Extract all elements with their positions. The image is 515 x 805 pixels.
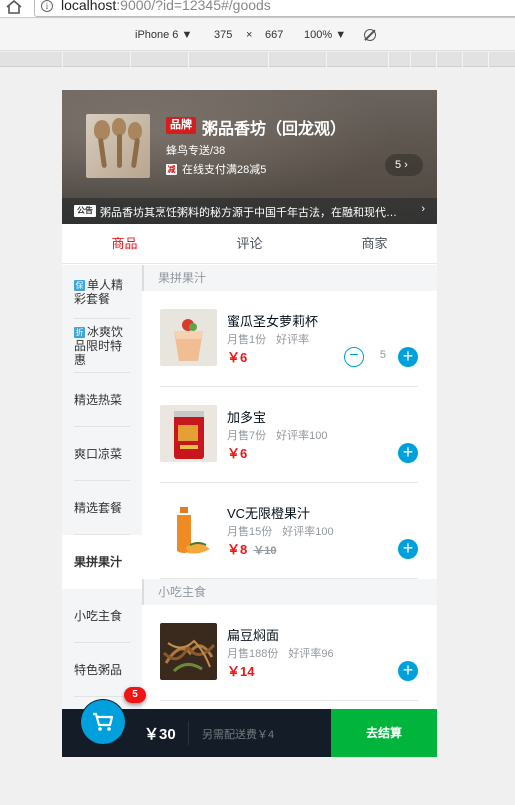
device-toolbar: iPhone 6 ▼ 375 × 667 100% ▼	[0, 19, 515, 51]
food-name: VC无限橙果汁	[227, 506, 311, 521]
food-name: 扁豆焖面	[227, 628, 280, 643]
food-meta: 月售1份 好评率	[227, 334, 310, 346]
cart-button[interactable]: 5	[80, 687, 146, 745]
menu-item-snacks[interactable]: 小吃主食	[62, 589, 142, 643]
url-text: localhost:9000/?id=12345#/goods	[61, 0, 271, 13]
tab-ratings[interactable]: 评论	[187, 224, 312, 264]
section-title: 小吃主食	[142, 579, 437, 605]
food-price: ￥8 ￥10	[227, 542, 277, 557]
cart-icon	[93, 712, 114, 731]
shop-name: 粥品香坊（回龙观）	[202, 121, 347, 138]
category-menu: 保单人精彩套餐 折冰爽饮品限时特惠 精选热菜 爽口凉菜 精选套餐 果拼果汁 小吃…	[62, 265, 142, 710]
old-price: ￥10	[253, 545, 277, 557]
decrease-button[interactable]: −	[344, 347, 364, 367]
menu-item-hot-dishes[interactable]: 精选热菜	[62, 373, 142, 427]
discount-icon: 减	[166, 164, 177, 175]
food-meta: 月售188份 好评率96	[227, 648, 334, 660]
add-button[interactable]: +	[398, 661, 418, 681]
tab-bar: 商品 评论 商家	[62, 224, 437, 264]
cart-divider	[188, 721, 189, 745]
guarantee-icon: 保	[74, 279, 85, 291]
menu-item-single-set[interactable]: 保单人精彩套餐	[62, 265, 142, 319]
menu-item-combo[interactable]: 精选套餐	[62, 481, 142, 535]
seller-header[interactable]: 品牌 粥品香坊（回龙观） 蜂鸟专送/38 减 在线支付满28减5 5 › 公告 …	[62, 90, 437, 224]
zoom-select[interactable]: 100% ▼	[304, 29, 346, 41]
food-price: ￥6	[227, 350, 248, 365]
food-item[interactable]: 蜜瓜圣女萝莉杯 月售1份 好评率 ￥6 − 5 +	[160, 291, 418, 387]
food-image	[160, 501, 217, 558]
delivery-fee: 另需配送费￥4	[202, 729, 275, 741]
notice-text: 粥品香坊其烹饪粥料的秘方源于中国千年古法，在融和现代制作工艺	[100, 207, 400, 219]
food-price: ￥6	[227, 446, 248, 461]
menu-item-cold-dishes[interactable]: 爽口凉菜	[62, 427, 142, 481]
url-input[interactable]: i localhost:9000/?id=12345#/goods	[34, 0, 515, 17]
home-icon[interactable]	[6, 0, 24, 16]
add-button[interactable]: +	[398, 347, 418, 367]
food-meta: 月售15份 好评率100	[227, 526, 334, 538]
food-meta: 月售7份 好评率100	[227, 430, 328, 442]
checkout-button[interactable]: 去结算	[331, 709, 437, 757]
notice-bar[interactable]: 公告 粥品香坊其烹饪粥料的秘方源于中国千年古法，在融和现代制作工艺 ›	[62, 198, 437, 224]
food-name: 蜜瓜圣女萝莉杯	[227, 314, 319, 329]
food-item[interactable]: 扁豆焖面 月售188份 好评率96 ￥14 +	[160, 605, 418, 701]
add-button[interactable]: +	[398, 443, 418, 463]
browser-address-bar: i localhost:9000/?id=12345#/goods	[0, 0, 515, 18]
food-name: 加多宝	[227, 410, 267, 425]
food-image	[160, 309, 217, 366]
notice-tag: 公告	[74, 205, 96, 217]
menu-item-drinks-special[interactable]: 折冰爽饮品限时特惠	[62, 319, 142, 373]
discount-tag-icon: 折	[74, 326, 85, 338]
food-item[interactable]: VC无限橙果汁 月售15份 好评率100 ￥8 ￥10 +	[160, 483, 418, 579]
device-width[interactable]: 375	[214, 29, 232, 41]
brand-badge: 品牌	[166, 117, 196, 134]
tab-seller[interactable]: 商家	[312, 224, 437, 264]
media-query-ruler	[0, 52, 515, 67]
section-title: 果拼果汁	[142, 265, 437, 291]
shopping-cart-bar: 5 ￥30 另需配送费￥4 去结算	[62, 687, 437, 757]
food-count: 5	[379, 349, 386, 361]
delivery-info: 蜂鸟专送/38	[166, 145, 226, 157]
discount-text: 在线支付满28减5	[182, 164, 267, 176]
promo-count-button[interactable]: 5 ›	[385, 154, 423, 176]
device-height[interactable]: 667	[265, 29, 283, 41]
info-icon[interactable]: i	[41, 0, 53, 12]
menu-item-juice[interactable]: 果拼果汁	[62, 535, 142, 589]
food-image	[160, 623, 217, 680]
dimension-separator: ×	[246, 29, 253, 41]
seller-avatar	[86, 114, 150, 178]
cart-total: ￥30	[144, 726, 176, 743]
cart-count-badge: 5	[124, 687, 146, 703]
device-select[interactable]: iPhone 6 ▼	[135, 29, 192, 41]
app-screen: 品牌 粥品香坊（回龙观） 蜂鸟专送/38 减 在线支付满28减5 5 › 公告 …	[62, 90, 437, 757]
rotate-icon[interactable]	[364, 29, 376, 44]
food-list[interactable]: 果拼果汁 蜜瓜圣女萝莉杯 月售1份 好评率 ￥6 − 5 + 加多宝 月售7份 好评…	[142, 265, 437, 710]
add-button[interactable]: +	[398, 539, 418, 559]
chevron-right-icon: ›	[421, 203, 425, 215]
food-image	[160, 405, 217, 462]
food-price: ￥14	[227, 664, 255, 679]
tab-goods[interactable]: 商品	[62, 224, 187, 264]
food-item[interactable]: 加多宝 月售7份 好评率100 ￥6 +	[160, 387, 418, 483]
